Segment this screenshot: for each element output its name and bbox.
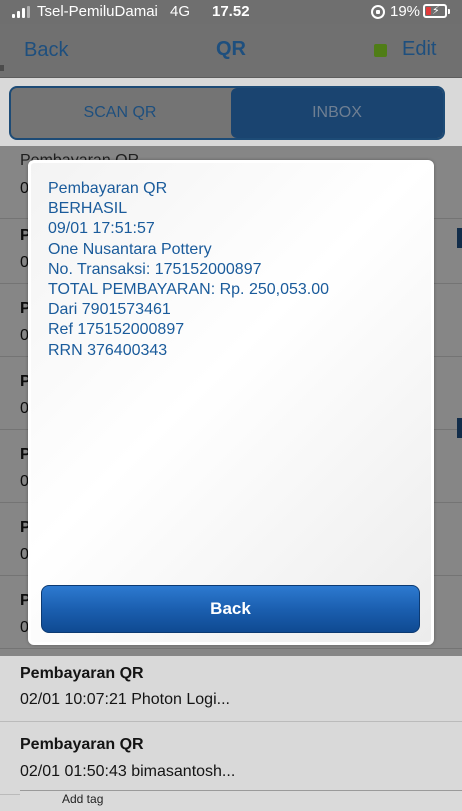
list-item[interactable]: Pembayaran QR 02/01 01:50:43 bimasantosh… [0,722,462,795]
message-ref: Ref 175152000897 [48,321,185,339]
message-total: TOTAL PEMBAYARAN: Rp. 250,053.00 [48,281,330,299]
rotation-lock-icon [371,5,385,19]
edit-button[interactable]: Edit [402,38,436,61]
message-rrn: RRN 376400343 [48,341,168,359]
page-title: QR [216,38,246,60]
navigation-bar: Back QR Edit [0,24,462,78]
message-datetime: 09/01 17:51:57 [48,220,155,238]
message-title: Pembayaran QR [48,180,168,197]
transaction-message: Pembayaran QR BERHASIL 09/01 17:51:57 On… [48,179,418,361]
tab-scan-qr[interactable]: SCAN QR [11,88,229,138]
charging-icon: ⚡ [432,5,440,17]
battery-icon: ⚡ [423,4,450,18]
message-merchant: One Nusantara Pottery [48,240,212,258]
carrier-name: Tsel-PemiluDamai [37,3,158,20]
add-tag-bar[interactable]: Add tag [20,790,462,811]
dialog-back-button[interactable]: Back [41,585,420,633]
message-status: BERHASIL [48,200,128,218]
segmented-control: SCAN QR INBOX [9,86,445,140]
list-item[interactable]: Pembayaran QR 02/01 10:07:21 Photon Logi… [0,649,462,722]
battery-percentage: 19% [390,3,421,20]
network-type: 4G [170,3,191,20]
status-bar: Tsel-PemiluDamai 4G 17.52 19% ⚡ [0,0,462,24]
status-time: 17.52 [212,3,250,20]
message-source-account: Dari 7901573461 [48,301,171,319]
add-tag-label: Add tag [62,792,104,806]
status-indicator-icon [374,44,387,57]
tab-inbox[interactable]: INBOX [231,88,443,138]
transaction-detail-dialog: Pembayaran QR BERHASIL 09/01 17:51:57 On… [28,160,434,645]
message-transaction-no: No. Transaksi: 175152000897 [48,260,262,278]
signal-icon [12,6,30,18]
